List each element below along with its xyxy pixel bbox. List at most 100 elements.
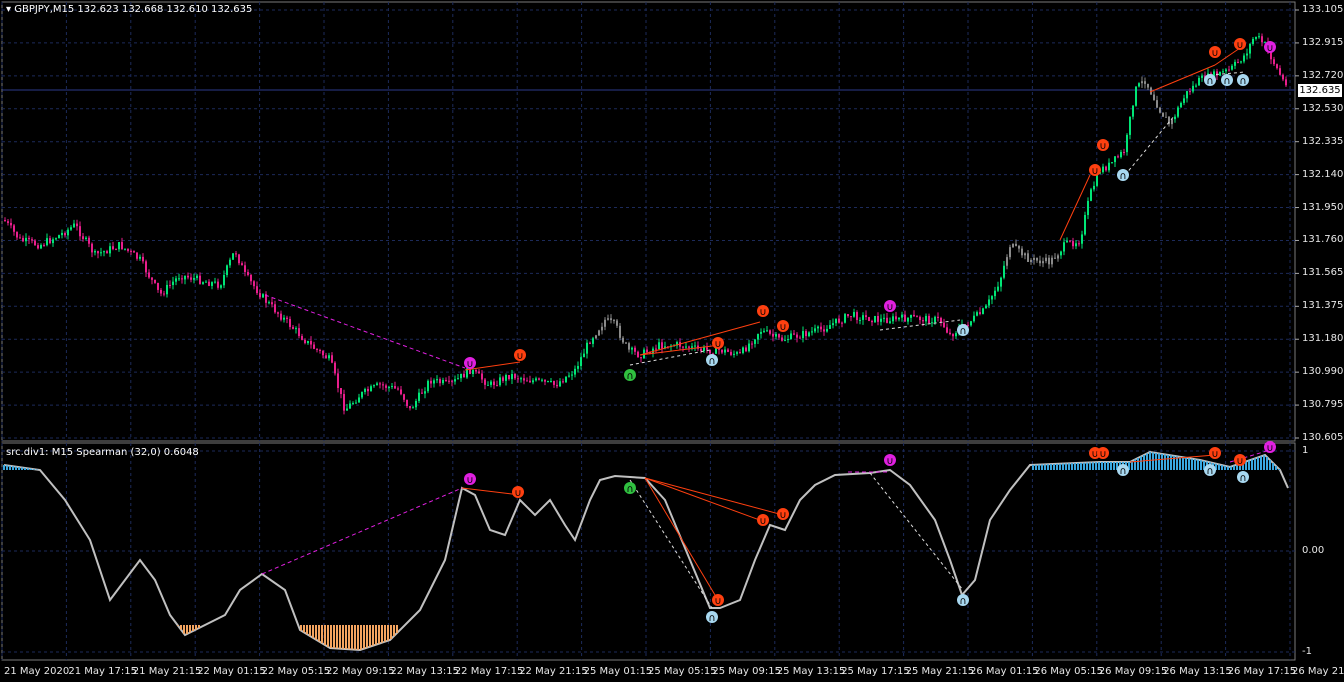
candle-body (547, 381, 549, 383)
candle-body (1165, 116, 1167, 118)
candle-body (1063, 242, 1065, 252)
candle-body (1228, 69, 1230, 71)
indicator-div-line (461, 487, 521, 496)
candle-body (859, 319, 861, 321)
indicator-axis-label: -1 (1302, 646, 1312, 657)
candle-body (52, 239, 54, 244)
candle-body (562, 381, 564, 383)
candle-body (154, 279, 156, 283)
candle-body (241, 263, 243, 266)
candle-body (580, 357, 582, 367)
indicator-signal-marker-glyph: ∪ (1099, 449, 1106, 460)
candle-body (331, 355, 333, 363)
candle-body (529, 380, 531, 383)
candle-body (190, 277, 192, 280)
candle-body (1282, 74, 1284, 80)
candle-body (937, 316, 939, 318)
candle-body (772, 333, 774, 337)
candle-body (586, 342, 588, 354)
candle-body (406, 399, 408, 407)
candle-body (355, 402, 357, 404)
candle-body (418, 392, 420, 401)
candle-body (229, 259, 231, 266)
candle-body (217, 281, 219, 288)
candle-body (1066, 240, 1068, 243)
candle-body (484, 379, 486, 385)
candle-body (826, 328, 828, 332)
candle-body (202, 282, 204, 284)
candle-body (442, 379, 444, 384)
candle-body (769, 330, 771, 334)
candle-body (868, 317, 870, 321)
candle-body (364, 388, 366, 392)
candle-body (487, 384, 489, 386)
candle-body (793, 333, 795, 335)
candle-body (631, 347, 633, 350)
indicator-axis-label: 1 (1302, 445, 1309, 456)
candle-body (916, 316, 918, 318)
price-axis-label: 132.720 (1302, 69, 1344, 81)
candle-body (124, 248, 126, 250)
candle-body (31, 239, 33, 241)
chart-canvas[interactable]: ∪∪∩∩∪∪∪∪∩∪∪∩∩∪∩∪∩∪∪∪ ∩∩∪∪∪∪∩∪ ∪∩ ∩∪∪∩∪ (0, 0, 1344, 682)
candle-body (505, 374, 507, 381)
signal-marker-glyph: ∩ (1119, 171, 1126, 182)
candle-body (496, 385, 498, 387)
candle-body (1162, 112, 1164, 117)
candle-body (1249, 43, 1251, 54)
candle-body (646, 349, 648, 353)
candle-body (94, 251, 96, 253)
candle-body (904, 314, 906, 322)
candle-body (865, 315, 867, 318)
candle-body (259, 293, 261, 298)
signal-marker-glyph: ∩ (959, 326, 966, 337)
price-axis-label: 132.915 (1302, 36, 1344, 48)
candle-body (1081, 234, 1083, 244)
candle-body (157, 282, 159, 290)
candle-body (841, 322, 843, 324)
candle-body (70, 227, 72, 230)
candle-body (139, 256, 141, 259)
price-axis-label: 131.760 (1302, 234, 1344, 246)
candle-body (1159, 107, 1161, 113)
candle-body (304, 339, 306, 344)
signal-marker-glyph: ∪ (714, 339, 721, 350)
candle-body (181, 278, 183, 280)
candle-body (1177, 107, 1179, 117)
candle-body (1015, 243, 1017, 246)
candle-body (1135, 86, 1137, 106)
candle-body (184, 275, 186, 280)
time-axis-label: 25 May 13:15 (776, 666, 846, 677)
candle-body (1144, 81, 1146, 84)
candle-body (1141, 81, 1143, 84)
candle-body (349, 403, 351, 409)
candle-body (553, 380, 555, 385)
candle-body (415, 400, 417, 408)
candle-body (1219, 71, 1221, 76)
candle-body (898, 317, 900, 320)
signal-marker-glyph: ∩ (1206, 76, 1213, 87)
candle-body (796, 334, 798, 338)
candle-body (352, 403, 354, 405)
candle-body (775, 334, 777, 337)
candle-body (847, 314, 849, 317)
candle-body (283, 317, 285, 320)
current-price-tag: 132.635 (1298, 84, 1342, 97)
time-axis-label: 21 May 17:15 (68, 666, 137, 677)
candle-body (541, 379, 543, 381)
signal-marker-glyph: ∩ (1223, 76, 1230, 87)
indicator-axis-label: 0.00 (1302, 545, 1325, 556)
candle-body (460, 373, 462, 379)
candle-body (1042, 261, 1044, 264)
candle-body (1060, 251, 1062, 256)
candle-body (46, 238, 48, 246)
candle-body (493, 381, 495, 386)
candle-body (247, 272, 249, 275)
candle-body (1276, 64, 1278, 69)
candle-body (1192, 85, 1194, 92)
candle-body (655, 348, 657, 350)
candle-body (1102, 166, 1104, 173)
indicator-signal-marker-glyph: ∪ (779, 510, 786, 521)
candle-body (832, 323, 834, 326)
candle-body (910, 314, 912, 318)
